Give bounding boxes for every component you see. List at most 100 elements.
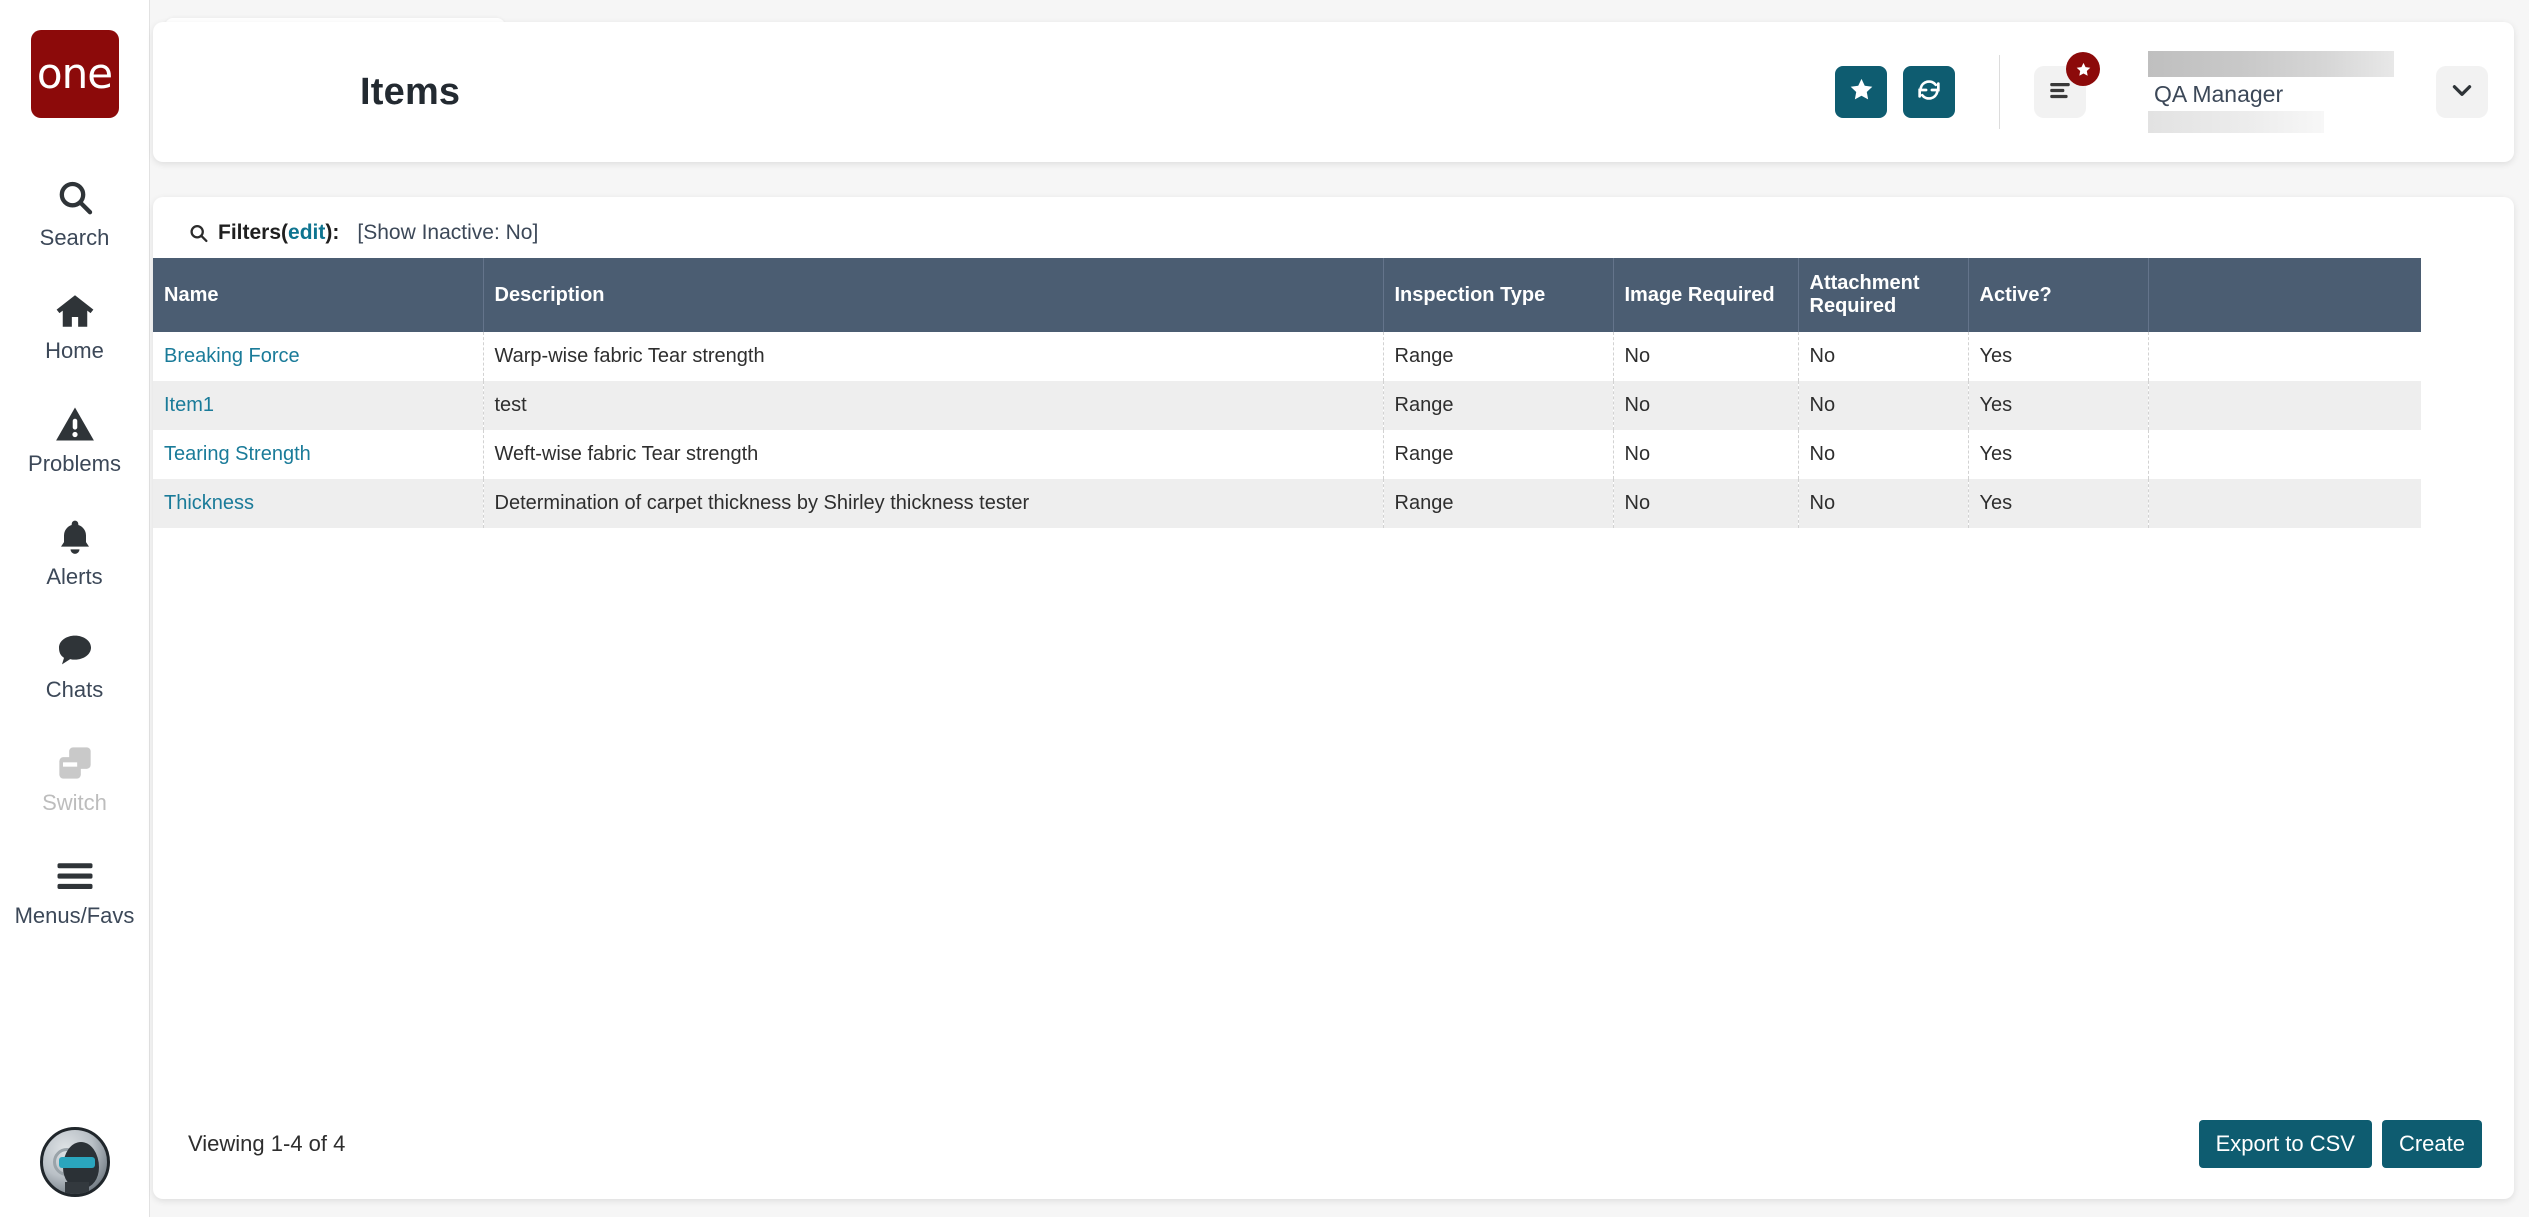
sidebar-nav: Search Home Problems Alerts Chats Switch…: [0, 156, 149, 947]
column-header-active[interactable]: Active?: [1968, 258, 2149, 332]
sidebar-item-chats[interactable]: Chats: [0, 608, 149, 721]
search-icon: [188, 223, 209, 244]
content-footer: Viewing 1-4 of 4 Export to CSV Create: [153, 1089, 2514, 1199]
switch-cards-icon: [53, 741, 97, 785]
cell-image-required: No: [1613, 381, 1799, 430]
table-header-row: Name Description Inspection Type Image R…: [153, 258, 2421, 332]
table-row[interactable]: Tearing Strength Weft-wise fabric Tear s…: [153, 430, 2421, 479]
user-name-redacted: [2148, 51, 2394, 77]
page-title: Items: [360, 70, 461, 113]
cell-name: Thickness: [153, 479, 484, 528]
column-header-image-required[interactable]: Image Required: [1613, 258, 1799, 332]
items-table: Name Description Inspection Type Image R…: [153, 258, 2421, 528]
chevron-down-icon: [2449, 77, 2475, 108]
search-icon: [53, 176, 97, 220]
refresh-icon: [1915, 76, 1943, 109]
table-header: Name Description Inspection Type Image R…: [153, 258, 2421, 332]
footer-buttons: Export to CSV Create: [2198, 1120, 2482, 1168]
page-header-card: Items QA Manager: [153, 22, 2514, 162]
filters-value: [Show Inactive: No]: [357, 221, 539, 244]
cell-attachment-required: No: [1798, 332, 1969, 381]
favorites-badge: [2066, 52, 2100, 86]
sidebar-item-label: Home: [45, 338, 104, 363]
item-link[interactable]: Breaking Force: [164, 345, 300, 367]
cell-attachment-required: No: [1798, 430, 1969, 479]
cell-description: Determination of carpet thickness by Shi…: [483, 479, 1384, 528]
table-row[interactable]: Thickness Determination of carpet thickn…: [153, 479, 2421, 528]
refresh-button[interactable]: [1903, 66, 1955, 118]
sidebar-item-search[interactable]: Search: [0, 156, 149, 269]
user-menu-caret-button[interactable]: [2436, 66, 2488, 118]
user-menu[interactable]: QA Manager: [2148, 51, 2488, 133]
user-texts: QA Manager: [2148, 51, 2398, 133]
brand-logo-text: one: [36, 49, 113, 98]
sidebar-item-label: Alerts: [46, 564, 103, 589]
favorite-button[interactable]: [1835, 66, 1887, 118]
cell-description: Weft-wise fabric Tear strength: [483, 430, 1384, 479]
sidebar-item-switch[interactable]: Switch: [0, 721, 149, 834]
filters-close-paren: ):: [325, 221, 340, 244]
cell-actions: [2148, 381, 2421, 430]
sidebar-item-label: Search: [39, 225, 110, 250]
sidebar-item-alerts[interactable]: Alerts: [0, 495, 149, 608]
filters-label: Filters: [218, 221, 282, 244]
cell-image-required: No: [1613, 332, 1799, 381]
hamburger-icon: [53, 854, 97, 898]
avatar-neck: [65, 1182, 89, 1194]
sidebar-item-label: Problems: [28, 451, 121, 476]
viewing-count: Viewing 1-4 of 4: [188, 1131, 346, 1156]
filters-bar: Filters ( edit ): [Show Inactive: No]: [153, 197, 2514, 258]
column-header-attachment-required[interactable]: Attachment Required: [1798, 258, 1969, 332]
cell-inspection-type: Range: [1383, 479, 1614, 528]
cell-actions: [2148, 430, 2421, 479]
menu-list-button[interactable]: [2034, 52, 2100, 118]
cell-actions: [2148, 332, 2421, 381]
item-link[interactable]: Tearing Strength: [164, 443, 311, 465]
star-icon: [1848, 76, 1875, 108]
filters-open-paren: (: [281, 221, 289, 244]
create-button[interactable]: Create: [2381, 1120, 2482, 1168]
table-row[interactable]: Item1 test Range No No Yes: [153, 381, 2421, 430]
cell-inspection-type: Range: [1383, 430, 1614, 479]
cell-active: Yes: [1968, 332, 2149, 381]
user-avatar-button[interactable]: [40, 1127, 110, 1197]
cell-image-required: No: [1613, 430, 1799, 479]
app-root: one Search Home Problems Alerts Chats Sw…: [0, 0, 2529, 1217]
cell-active: Yes: [1968, 430, 2149, 479]
brand-logo[interactable]: one: [30, 30, 119, 118]
item-link[interactable]: Thickness: [164, 492, 254, 514]
column-header-inspection-type[interactable]: Inspection Type: [1383, 258, 1614, 332]
cell-name: Item1: [153, 381, 484, 430]
export-to-csv-button[interactable]: Export to CSV: [2198, 1120, 2372, 1168]
home-icon: [53, 289, 97, 333]
header-actions: QA Manager: [1819, 51, 2488, 133]
filters-edit-link[interactable]: edit: [288, 221, 325, 245]
sidebar-item-problems[interactable]: Problems: [0, 382, 149, 495]
sidebar-item-label: Menus/Favs: [14, 903, 135, 928]
cell-description: Warp-wise fabric Tear strength: [483, 332, 1384, 381]
user-role: QA Manager: [2154, 81, 2284, 107]
list-menu-icon: [2047, 77, 2073, 108]
avatar-visor: [59, 1157, 95, 1168]
content-card: Filters ( edit ): [Show Inactive: No] Na…: [153, 197, 2514, 1199]
cell-inspection-type: Range: [1383, 332, 1614, 381]
warning-triangle-icon: [53, 402, 97, 446]
sidebar-item-home[interactable]: Home: [0, 269, 149, 382]
bell-icon: [53, 515, 97, 559]
cell-description: test: [483, 381, 1384, 430]
column-header-description[interactable]: Description: [483, 258, 1384, 332]
cell-actions: [2148, 479, 2421, 528]
sidebar-item-menus-favs[interactable]: Menus/Favs: [0, 834, 149, 947]
chat-bubble-icon: [53, 628, 97, 672]
header-divider: [1999, 55, 2000, 129]
cell-active: Yes: [1968, 479, 2149, 528]
avatar: [40, 1127, 110, 1197]
main-area: Items Items: [150, 0, 2529, 1217]
cell-name: Breaking Force: [153, 332, 484, 381]
cell-image-required: No: [1613, 479, 1799, 528]
table-row[interactable]: Breaking Force Warp-wise fabric Tear str…: [153, 332, 2421, 381]
cell-name: Tearing Strength: [153, 430, 484, 479]
cell-active: Yes: [1968, 381, 2149, 430]
item-link[interactable]: Item1: [164, 394, 214, 416]
column-header-name[interactable]: Name: [153, 258, 484, 332]
